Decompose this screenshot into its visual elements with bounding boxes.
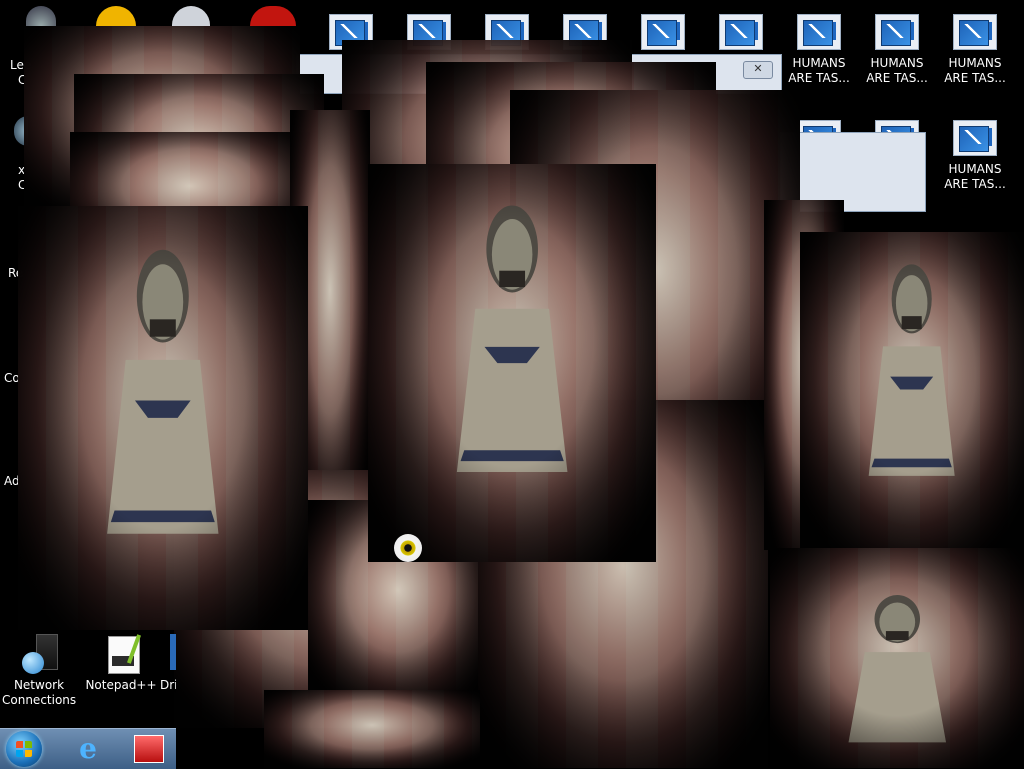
icon-label: HUMANS ARE TAS... [788, 56, 850, 85]
desktop-file-humans-2[interactable]: HUMANS ARE TAS... [860, 14, 934, 86]
desktop-file-humans-3[interactable]: HUMANS ARE TAS... [938, 14, 1012, 86]
drive-icon [160, 634, 176, 674]
icon-label: Network Connections [2, 678, 77, 707]
desktop-file-icon[interactable] [704, 14, 778, 50]
desktop-icon-drive[interactable]: Dri [160, 634, 176, 693]
close-icon: ✕ [753, 62, 763, 75]
photo-popup[interactable] [368, 164, 656, 562]
icon-label: Dri [160, 678, 176, 692]
photo-popup[interactable] [800, 232, 1024, 548]
media-file-icon [875, 14, 919, 50]
desktop-file-humans-4[interactable]: HUMANS ARE TAS... [938, 120, 1012, 192]
desktop-shortcut-warning[interactable] [96, 6, 136, 26]
media-file-icon [797, 14, 841, 50]
desktop-file-icon[interactable] [626, 14, 700, 50]
notepad-icon [98, 634, 144, 674]
icon-label: HUMANS ARE TAS... [944, 56, 1006, 85]
taskbar: e [0, 728, 176, 769]
taskbar-app-icon[interactable] [134, 735, 164, 763]
media-file-icon [953, 14, 997, 50]
desktop-icon-notepad-plus-plus[interactable]: Notepad++ [84, 634, 158, 693]
windows-logo-icon [16, 741, 32, 757]
icon-label: Notepad++ [85, 678, 157, 692]
icon-label: HUMANS ARE TAS... [866, 56, 928, 85]
photo-popup[interactable] [264, 690, 480, 768]
media-file-icon [953, 120, 997, 156]
photo-popup[interactable] [770, 548, 1024, 768]
desktop-file-humans-1[interactable]: HUMANS ARE TAS... [782, 14, 856, 86]
internet-explorer-icon[interactable]: e [70, 733, 106, 765]
start-button[interactable] [6, 731, 42, 767]
media-file-icon [719, 14, 763, 50]
desktop-shortcut-gear[interactable] [172, 6, 210, 26]
eyeball-icon [394, 534, 422, 562]
photo-popup[interactable] [18, 206, 308, 630]
icon-label: HUMANS ARE TAS... [944, 162, 1006, 191]
desktop-icon-network-connections[interactable]: Network Connections [2, 634, 76, 708]
close-button[interactable]: ✕ [743, 61, 773, 79]
network-globe-icon [16, 634, 62, 674]
desktop-shortcut-rev[interactable] [250, 6, 296, 26]
media-file-icon [641, 14, 685, 50]
desktop-shortcut-globe[interactable] [26, 6, 56, 26]
